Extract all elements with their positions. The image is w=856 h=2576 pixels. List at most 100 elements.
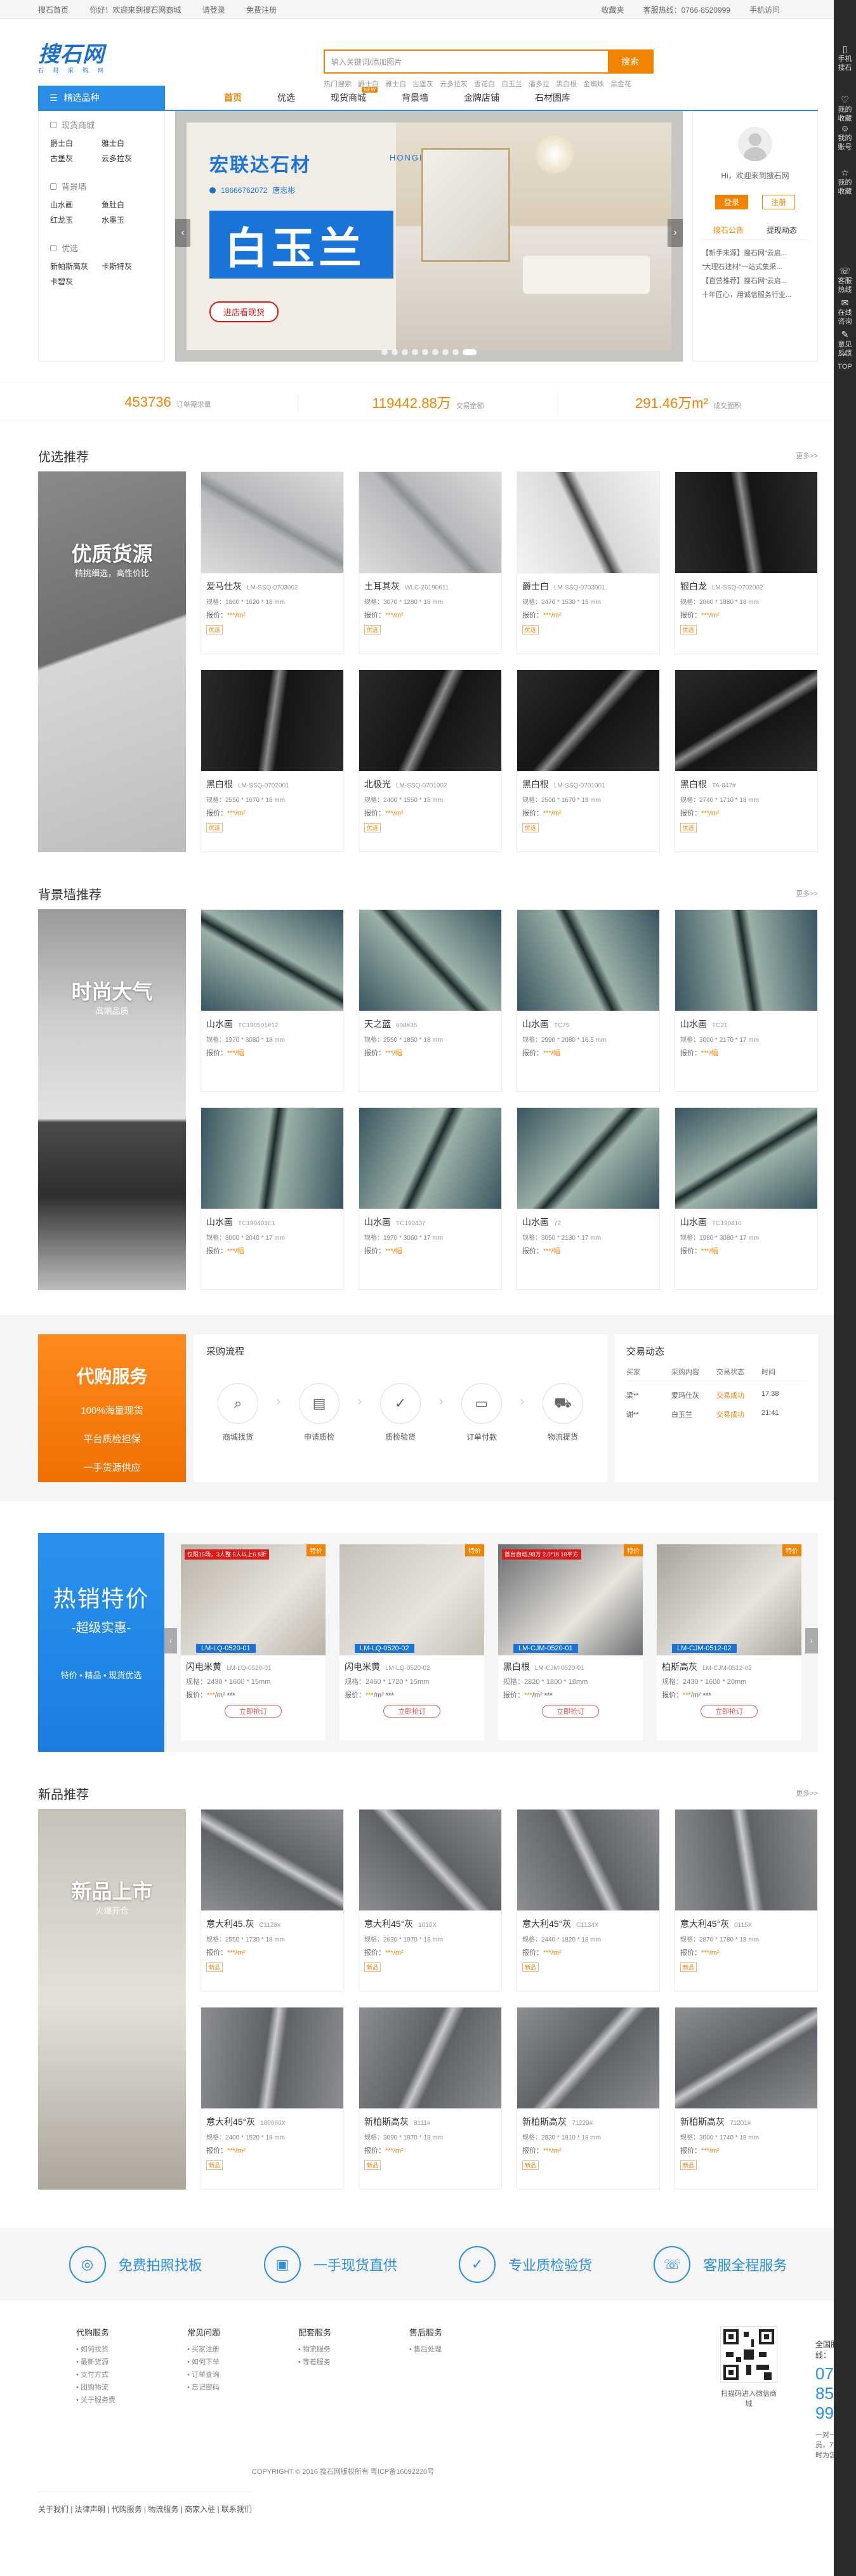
feature-item[interactable]: ✓ 专业质检验货 [459, 2245, 592, 2283]
purchase-service-card[interactable]: 代购服务 100%海量现货 平台质检担保 一手货源供应 [38, 1334, 186, 1482]
buy-now-button[interactable]: 立即抢订 [542, 1705, 599, 1718]
buy-now-button[interactable]: 立即抢订 [383, 1705, 440, 1718]
sidebar-item[interactable]: ☆ 我的收藏 [834, 168, 856, 196]
product-card[interactable]: 爵士白 LM-SSQ-0703001 规格：2470 * 1530 * 15 mm 报… [517, 471, 660, 654]
footer-links[interactable]: 关于我们 | 法律声明 | 代购服务 | 物流服务 | 商家入驻 | 联系我们 [38, 2492, 252, 2514]
news-item[interactable]: 十年匠心，用诚信服务行业... [702, 288, 808, 302]
sidebar-item[interactable]: ✉ 在线咨询 [834, 298, 856, 326]
news-item[interactable]: 【新手来源】搜石网“云启... [702, 246, 808, 260]
category-link[interactable]: 鱼肚白 [102, 197, 153, 213]
product-image[interactable] [359, 1107, 501, 1209]
product-image[interactable] [201, 669, 343, 772]
product-name[interactable]: 意大利45°灰 [206, 2115, 255, 2128]
product-image[interactable] [201, 910, 343, 1011]
sidebar-item[interactable]: ☺ 我的账号 [834, 124, 856, 152]
product-name[interactable]: 山水画 [522, 1018, 549, 1030]
product-card[interactable]: 山水画 TC190437 规格：1970 * 3060 * 17 mm 报价：***/… [359, 1107, 502, 1290]
product-name[interactable]: 黑白根 [206, 778, 233, 791]
product-card[interactable]: 山水画 TC75 规格：2990 * 2080 * 16.5 mm 报价：***/幅 [517, 909, 660, 1092]
category-link[interactable]: 古堡灰 [50, 151, 102, 166]
banner-prev-arrow[interactable]: ‹ [175, 219, 190, 247]
special-card[interactable]: 特价 LM-CJM-0512-02 柏斯高灰 LM-CJM-0512-02 规格：243… [657, 1544, 801, 1740]
mobile-link[interactable]: 手机访问 [749, 4, 780, 15]
nav-item[interactable]: 金牌店铺 [446, 86, 517, 110]
more-link[interactable]: 更多>> [796, 1788, 818, 1798]
product-image[interactable] [201, 1810, 343, 1911]
category-title[interactable]: 背景墙 [50, 180, 153, 192]
special-card[interactable]: 首台自动,98万 2.0*18 18平方 特价 LM-CJM-0520-01 黑白根 L… [498, 1544, 643, 1740]
nav-item[interactable]: 背景墙 [384, 86, 446, 110]
product-card[interactable]: 山水画 TC190416 规格：1980 * 3080 * 17 mm 报价：***/… [675, 1107, 818, 1290]
category-link[interactable]: 水墨玉 [102, 213, 153, 228]
footer-link[interactable]: • 等着服务 [298, 2356, 409, 2369]
register-link[interactable]: 免费注册 [246, 6, 277, 15]
product-name[interactable]: 山水画 [680, 1216, 707, 1228]
product-card[interactable]: 天之蓝 608#35 规格：2550 * 1850 * 18 mm 报价：***/幅 [359, 909, 502, 1092]
product-card[interactable]: 山水画 TC190403E1 规格：3000 * 2040 * 17 mm 报价：**… [201, 1107, 344, 1290]
category-link[interactable]: 红龙玉 [50, 213, 102, 228]
product-card[interactable]: 爱马仕灰 LM-SSQ-0703002 规格：1800 * 1620 * 18 mm… [201, 471, 344, 654]
product-name[interactable]: 银白龙 [680, 580, 707, 593]
footer-link[interactable]: • 支付方式 [76, 2369, 187, 2381]
footer-link[interactable]: • 售后处理 [409, 2343, 520, 2356]
login-link[interactable]: 请登录 [202, 6, 225, 15]
sidebar-item[interactable]: ⌃ TOP [834, 352, 856, 371]
category-title[interactable]: 现货商城 [50, 119, 153, 131]
product-card[interactable]: 黑白根 LM-SSQ-0702001 规格：2550 * 1670 * 18 mm 报… [201, 669, 344, 852]
product-name[interactable]: 新柏斯高灰 [364, 2115, 409, 2128]
category-link[interactable]: 山水画 [50, 197, 102, 213]
product-name[interactable]: 天之蓝 [364, 1018, 391, 1030]
product-card[interactable]: 山水画 72 规格：3050 * 2130 * 17 mm 报价：***/幅 [517, 1107, 660, 1290]
product-image[interactable] [201, 472, 343, 574]
product-image[interactable] [675, 1107, 817, 1209]
footer-link[interactable]: • 最新货源 [76, 2356, 187, 2369]
special-card[interactable]: 特价 LM-LQ-0520-02 闪电米黄 LM-LQ-0520-02 规格：2460 … [339, 1544, 484, 1740]
sidebar-item[interactable]: ♡ 我的收藏 [834, 95, 856, 123]
nav-item[interactable]: 首页 [206, 86, 260, 110]
nav-item[interactable]: 现货商城 NEW [313, 86, 384, 110]
special-next-arrow[interactable]: › [805, 1628, 818, 1653]
product-card[interactable]: 意大利45°灰 0115X 规格：2870 * 1780 * 18 mm 报价：***… [675, 1809, 818, 1992]
product-image[interactable] [517, 1810, 659, 1911]
register-button[interactable]: 注册 [762, 195, 796, 209]
nav-item[interactable]: 石材图库 [517, 86, 588, 110]
special-image[interactable]: 特价 LM-CJM-0512-02 [657, 1544, 801, 1655]
product-name[interactable]: 北极光 [364, 778, 391, 791]
product-image[interactable] [675, 2007, 817, 2109]
product-name[interactable]: 意大利45°灰 [680, 1917, 729, 1930]
nav-item[interactable]: 优选 [260, 86, 313, 110]
product-image[interactable] [359, 472, 501, 574]
category-link[interactable]: 卡斯特灰 [102, 259, 153, 274]
favorite-link[interactable]: 收藏夹 [602, 4, 624, 15]
category-link[interactable]: 爵士白 [50, 136, 102, 151]
news-item[interactable]: “大理石建材”一站式集采... [702, 260, 808, 274]
special-image[interactable]: 特价 LM-LQ-0520-02 [339, 1544, 484, 1655]
banner-dots[interactable] [381, 349, 477, 355]
category-link[interactable]: 雅士白 [102, 136, 153, 151]
sidebar-item[interactable]: ☏ 客服热线 [834, 266, 856, 294]
product-name[interactable]: 意大利45°灰 [522, 1917, 571, 1930]
special-banner[interactable]: 热销特价 -超级实惠- 特价 • 精品 • 现货优选 [38, 1533, 164, 1752]
special-image[interactable]: 仅限15场，3人整 5人以上6.8折 特价 LM-LQ-0520-01 [181, 1544, 326, 1655]
product-name[interactable]: 山水画 [522, 1216, 549, 1228]
product-image[interactable] [675, 1810, 817, 1911]
product-card[interactable]: 新柏斯高灰 71229# 规格：2830 * 1810 * 18 mm 报价：***/… [517, 2006, 660, 2190]
product-name[interactable]: 意大利45.灰 [206, 1917, 254, 1930]
site-logo[interactable]: 搜石网 石 材 采 购 网 [38, 43, 171, 74]
product-card[interactable]: 山水画 TC21 规格：3000 * 2170 * 17 mm 报价：***/幅 [675, 909, 818, 1092]
product-card[interactable]: 意大利45°灰 C1134X 规格：2440 * 1820 * 18 mm 报价：**… [517, 1809, 660, 1992]
product-image[interactable] [517, 1107, 659, 1209]
hero-banner[interactable]: 宏联达石材 18666762072 唐志彬 白玉兰 进店看现货 HONGLIAND… [175, 111, 683, 362]
product-image[interactable] [517, 910, 659, 1011]
category-link[interactable]: 云多拉灰 [102, 151, 153, 166]
tab-withdraw[interactable]: 提现动态 [767, 225, 797, 235]
banner-cta-button[interactable]: 进店看现货 [209, 301, 279, 322]
category-button[interactable]: ☰ 精选品种 [38, 86, 165, 110]
product-card[interactable]: 山水画 TC190501#12 规格：1970 * 3080 * 18 mm 报价：*… [201, 909, 344, 1092]
product-card[interactable]: 土耳其灰 WLC-20190611 规格：3070 * 1280 * 18 mm 报价… [359, 471, 502, 654]
buy-now-button[interactable]: 立即抢订 [225, 1705, 282, 1718]
sidebar-item[interactable]: ▯ 手机搜石 [834, 44, 856, 72]
footer-link[interactable]: • 关于服务费 [76, 2394, 187, 2407]
product-image[interactable] [517, 2007, 659, 2109]
special-prev-arrow[interactable]: ‹ [164, 1628, 177, 1653]
